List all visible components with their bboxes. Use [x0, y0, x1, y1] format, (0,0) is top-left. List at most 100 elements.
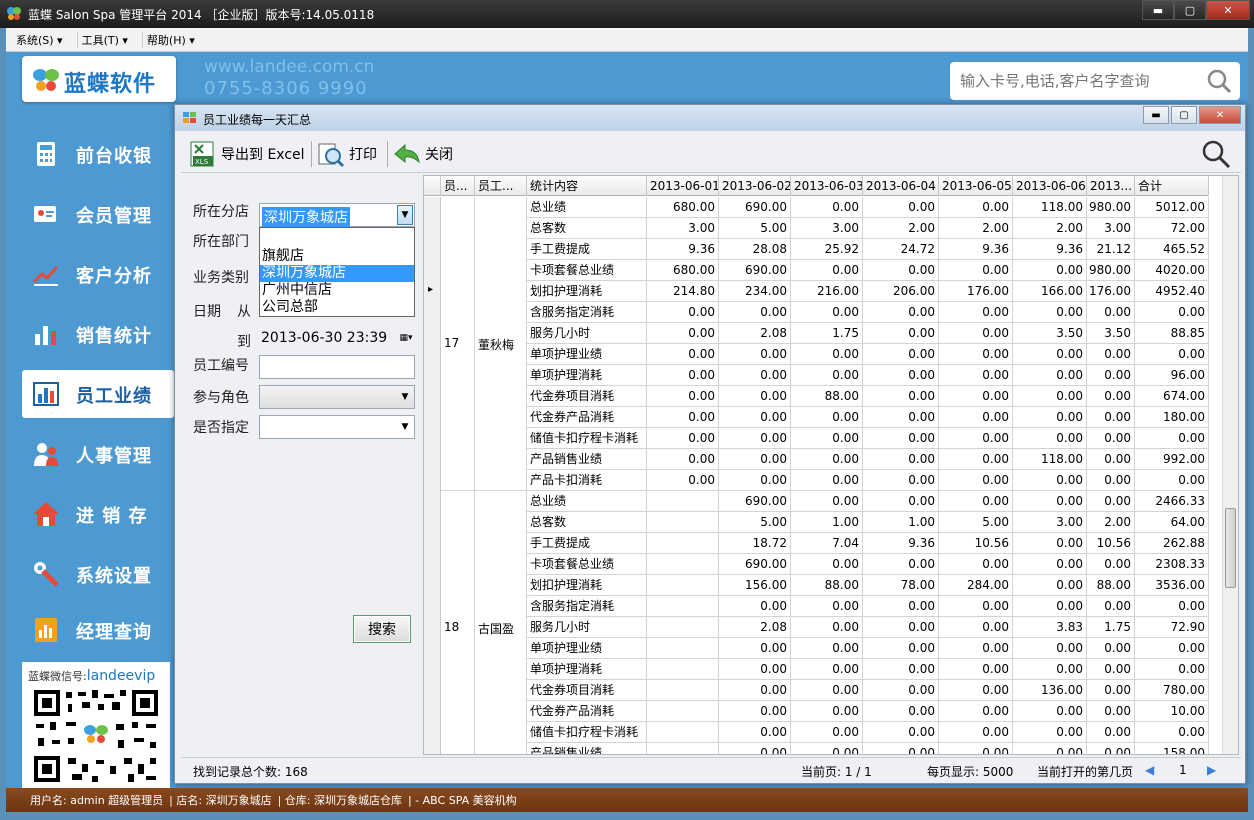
- value-cell[interactable]: 0.00: [939, 365, 1013, 386]
- value-cell[interactable]: 2.08: [719, 323, 791, 344]
- value-cell[interactable]: 0.00: [647, 323, 719, 344]
- value-cell[interactable]: 72.00: [1135, 218, 1209, 239]
- value-cell[interactable]: 680.00: [647, 197, 719, 218]
- column-header[interactable]: 合计: [1135, 176, 1209, 196]
- value-cell[interactable]: 0.00: [863, 260, 939, 281]
- metric-name-cell[interactable]: 单项护理消耗: [527, 365, 647, 386]
- value-cell[interactable]: 0.00: [719, 638, 791, 659]
- value-cell[interactable]: 0.00: [939, 596, 1013, 617]
- table-row[interactable]: 卡项套餐总业绩 680.00 690.00 0.00 0.00 0.00 0.00 980.0…: [424, 260, 1224, 281]
- role-select[interactable]: ▼: [259, 385, 415, 409]
- value-cell[interactable]: 10.00: [1135, 701, 1209, 722]
- value-cell[interactable]: 0.00: [939, 680, 1013, 701]
- metric-name-cell[interactable]: 手工费提成: [527, 533, 647, 554]
- value-cell[interactable]: 0.00: [863, 659, 939, 680]
- value-cell[interactable]: 0.00: [791, 638, 863, 659]
- value-cell[interactable]: 0.00: [1087, 743, 1135, 754]
- value-cell[interactable]: 0.00: [939, 743, 1013, 754]
- value-cell[interactable]: 216.00: [791, 281, 863, 302]
- value-cell[interactable]: 206.00: [863, 281, 939, 302]
- menu-tools[interactable]: 工具(T) ▾: [76, 31, 132, 48]
- value-cell[interactable]: [647, 617, 719, 638]
- value-cell[interactable]: 3536.00: [1135, 575, 1209, 596]
- dialog-close-button[interactable]: ✕: [1199, 106, 1241, 124]
- value-cell[interactable]: 72.90: [1135, 617, 1209, 638]
- value-cell[interactable]: 88.00: [791, 386, 863, 407]
- value-cell[interactable]: 0.00: [1135, 638, 1209, 659]
- sidebar-item-staff-performance[interactable]: 员工业绩: [22, 370, 174, 418]
- value-cell[interactable]: 0.00: [791, 407, 863, 428]
- table-row[interactable]: 手工费提成 18.72 7.04 9.36 10.56 0.00 10.56 262.88: [424, 533, 1224, 554]
- metric-name-cell[interactable]: 代金券产品消耗: [527, 701, 647, 722]
- table-row[interactable]: 总客数 5.00 1.00 1.00 5.00 3.00 2.00 64.00: [424, 512, 1224, 533]
- window-maximize-button[interactable]: ▢: [1174, 0, 1206, 20]
- value-cell[interactable]: 0.00: [719, 680, 791, 701]
- value-cell[interactable]: 0.00: [939, 386, 1013, 407]
- value-cell[interactable]: 0.00: [1087, 302, 1135, 323]
- value-cell[interactable]: 0.00: [1013, 533, 1087, 554]
- value-cell[interactable]: 0.00: [791, 470, 863, 491]
- value-cell[interactable]: 0.00: [791, 260, 863, 281]
- value-cell[interactable]: 0.00: [863, 491, 939, 512]
- value-cell[interactable]: 2466.33: [1135, 491, 1209, 512]
- metric-name-cell[interactable]: 含服务指定消耗: [527, 302, 647, 323]
- value-cell[interactable]: 0.00: [1013, 722, 1087, 743]
- value-cell[interactable]: 78.00: [863, 575, 939, 596]
- dialog-minimize-button[interactable]: ▬: [1143, 106, 1169, 124]
- table-row[interactable]: 代金券项目消耗 0.00 0.00 88.00 0.00 0.00 0.00 0.00 674.…: [424, 386, 1224, 407]
- value-cell[interactable]: 690.00: [719, 554, 791, 575]
- value-cell[interactable]: 0.00: [863, 743, 939, 754]
- customer-search-input[interactable]: [960, 68, 1200, 94]
- value-cell[interactable]: 166.00: [1013, 281, 1087, 302]
- branch-option[interactable]: 旗舰店: [260, 248, 414, 265]
- value-cell[interactable]: 118.00: [1013, 449, 1087, 470]
- value-cell[interactable]: 0.00: [719, 302, 791, 323]
- metric-name-cell[interactable]: 单项护理业绩: [527, 344, 647, 365]
- value-cell[interactable]: 10.56: [939, 533, 1013, 554]
- vertical-scrollbar[interactable]: [1222, 176, 1238, 754]
- value-cell[interactable]: 9.36: [939, 239, 1013, 260]
- value-cell[interactable]: 2.08: [719, 617, 791, 638]
- print-button[interactable]: 打印: [317, 139, 377, 169]
- value-cell[interactable]: 136.00: [1013, 680, 1087, 701]
- value-cell[interactable]: 0.00: [863, 617, 939, 638]
- value-cell[interactable]: 0.00: [647, 407, 719, 428]
- value-cell[interactable]: 5.00: [719, 512, 791, 533]
- value-cell[interactable]: 0.00: [939, 323, 1013, 344]
- value-cell[interactable]: 176.00: [1087, 281, 1135, 302]
- metric-name-cell[interactable]: 总客数: [527, 218, 647, 239]
- column-header[interactable]: 2013-06-01: [647, 176, 719, 196]
- value-cell[interactable]: 0.00: [939, 491, 1013, 512]
- value-cell[interactable]: 0.00: [939, 638, 1013, 659]
- value-cell[interactable]: 0.00: [647, 428, 719, 449]
- value-cell[interactable]: 2.00: [939, 218, 1013, 239]
- date-to-picker[interactable]: 2013-06-30 23:39 ▦▾: [259, 327, 415, 351]
- value-cell[interactable]: 0.00: [1013, 470, 1087, 491]
- table-row[interactable]: 储值卡扣疗程卡消耗 0.00 0.00 0.00 0.00 0.00 0.00 0.00: [424, 722, 1224, 743]
- sidebar-item-customer-analysis[interactable]: 客户分析: [22, 250, 174, 298]
- value-cell[interactable]: 674.00: [1135, 386, 1209, 407]
- value-cell[interactable]: 28.08: [719, 239, 791, 260]
- empno-input[interactable]: [259, 355, 415, 379]
- value-cell[interactable]: 0.00: [719, 407, 791, 428]
- table-row[interactable]: 单项护理业绩 0.00 0.00 0.00 0.00 0.00 0.00 0.00: [424, 638, 1224, 659]
- value-cell[interactable]: 0.00: [791, 491, 863, 512]
- next-page-icon[interactable]: ▶: [1207, 763, 1216, 777]
- table-row[interactable]: 手工费提成 9.36 28.08 25.92 24.72 9.36 9.36 21.12 465…: [424, 239, 1224, 260]
- metric-name-cell[interactable]: 单项护理消耗: [527, 659, 647, 680]
- employee-id-cell[interactable]: 18: [441, 491, 475, 754]
- value-cell[interactable]: 0.00: [1087, 491, 1135, 512]
- branch-option[interactable]: 广州中信店: [260, 282, 414, 299]
- value-cell[interactable]: 465.52: [1135, 239, 1209, 260]
- value-cell[interactable]: [647, 743, 719, 754]
- value-cell[interactable]: 25.92: [791, 239, 863, 260]
- value-cell[interactable]: 980.00: [1087, 260, 1135, 281]
- value-cell[interactable]: 0.00: [1135, 659, 1209, 680]
- value-cell[interactable]: 0.00: [939, 659, 1013, 680]
- value-cell[interactable]: 0.00: [939, 617, 1013, 638]
- value-cell[interactable]: 180.00: [1135, 407, 1209, 428]
- value-cell[interactable]: 0.00: [863, 470, 939, 491]
- value-cell[interactable]: 0.00: [1135, 302, 1209, 323]
- value-cell[interactable]: 156.00: [719, 575, 791, 596]
- value-cell[interactable]: 234.00: [719, 281, 791, 302]
